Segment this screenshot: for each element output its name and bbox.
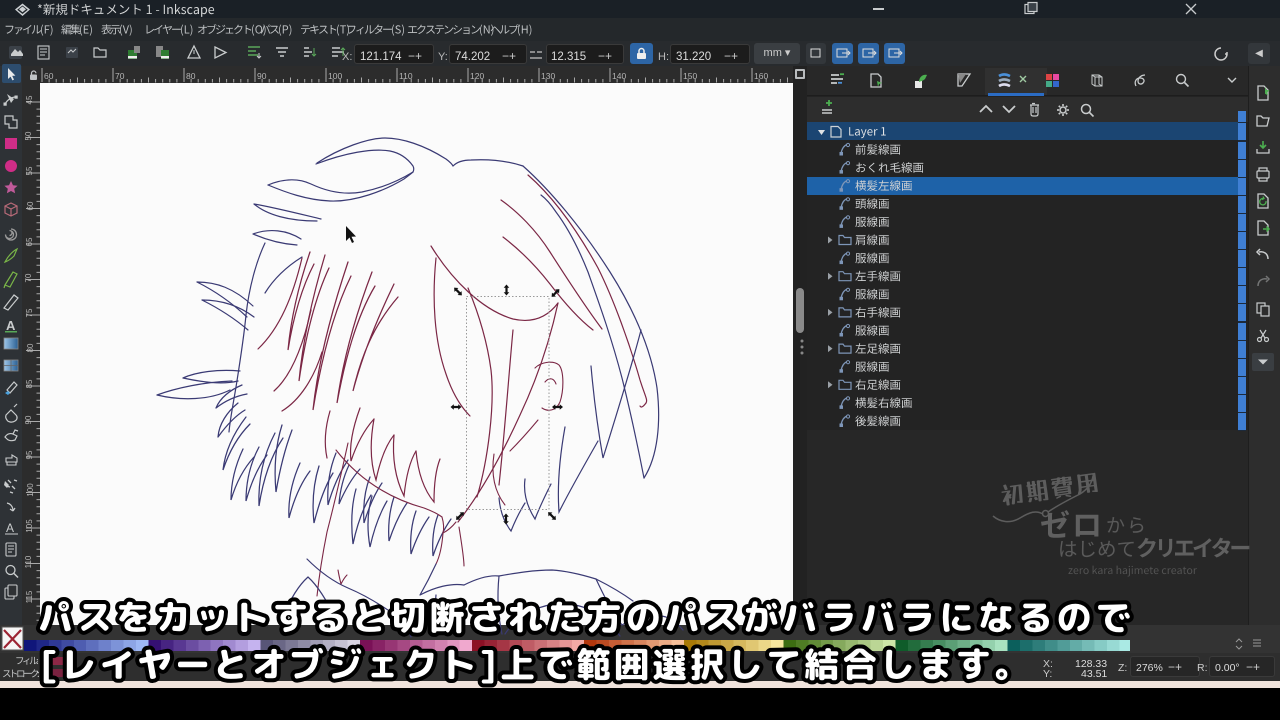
svg-text:120: 120 bbox=[470, 71, 484, 81]
svg-text:110: 110 bbox=[399, 71, 413, 81]
svg-text:115: 115 bbox=[25, 590, 34, 603]
svg-text:50: 50 bbox=[24, 131, 33, 140]
svg-text:70: 70 bbox=[115, 71, 125, 81]
svg-text:95: 95 bbox=[25, 450, 34, 459]
svg-text:60: 60 bbox=[44, 71, 54, 81]
svg-text:90: 90 bbox=[257, 71, 267, 81]
svg-text:100: 100 bbox=[328, 71, 342, 81]
svg-text:A: A bbox=[6, 318, 16, 333]
svg-text:70: 70 bbox=[24, 273, 33, 282]
svg-text:100: 100 bbox=[26, 483, 35, 497]
svg-text:160: 160 bbox=[754, 71, 768, 81]
svg-text:80: 80 bbox=[186, 71, 196, 81]
svg-text:110: 110 bbox=[24, 555, 33, 568]
svg-text:60: 60 bbox=[26, 201, 35, 210]
svg-text:55: 55 bbox=[25, 166, 34, 175]
svg-text:130: 130 bbox=[541, 71, 555, 81]
svg-text:75: 75 bbox=[25, 308, 34, 317]
svg-text:65: 65 bbox=[25, 237, 34, 246]
svg-text:45: 45 bbox=[25, 95, 34, 104]
svg-text:105: 105 bbox=[25, 519, 34, 533]
svg-text:150: 150 bbox=[683, 71, 697, 81]
svg-text:90: 90 bbox=[24, 415, 33, 424]
svg-text:A: A bbox=[6, 521, 14, 535]
svg-text:80: 80 bbox=[26, 343, 35, 352]
svg-text:140: 140 bbox=[612, 71, 626, 81]
svg-text:85: 85 bbox=[25, 379, 34, 388]
